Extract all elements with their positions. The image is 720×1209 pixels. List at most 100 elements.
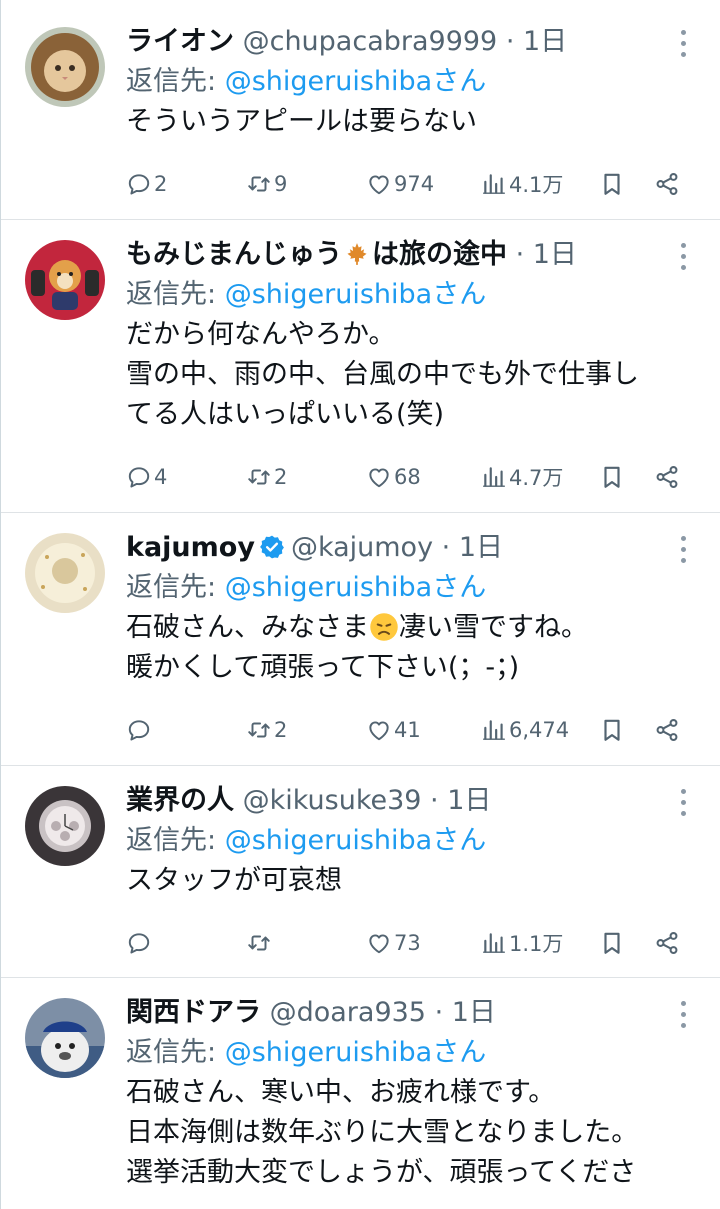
- views-button[interactable]: 4.7万: [481, 457, 563, 497]
- bookmark-button[interactable]: [599, 923, 627, 963]
- views-icon: [481, 717, 507, 743]
- views-button[interactable]: 4.1万: [481, 164, 563, 204]
- sparkle-avatar-image: [25, 533, 105, 613]
- reply-button[interactable]: 4: [126, 457, 167, 497]
- bookmark-button[interactable]: [599, 710, 627, 750]
- avatar[interactable]: [25, 533, 105, 613]
- like-button[interactable]: 41: [366, 710, 421, 750]
- tweet-1[interactable]: ライオン @chupacabra9999 · 1日 返信先: @shigerui…: [1, 0, 720, 220]
- share-button[interactable]: [654, 710, 682, 750]
- more-icon[interactable]: [671, 24, 695, 64]
- reply-to-link[interactable]: @shigeruishibaさん: [225, 279, 487, 310]
- views-icon: [481, 464, 507, 490]
- text-line: 選挙活動大変でしょうが、頑張ってくださ: [126, 1157, 637, 1188]
- share-icon: [654, 930, 680, 956]
- tweet-5[interactable]: 関西ドアラ @doara935 · 1日 返信先: @shigeruishiba…: [1, 978, 720, 1209]
- text-line: 石破さん、みなさま 凄い雪ですね。: [126, 608, 701, 648]
- retweet-button[interactable]: [246, 923, 274, 963]
- more-icon[interactable]: [671, 530, 695, 570]
- shiba-avatar-image: [25, 240, 105, 320]
- user-handle[interactable]: @kikusuke39: [243, 785, 422, 816]
- more-icon[interactable]: [671, 237, 695, 277]
- retweet-icon: [246, 171, 272, 197]
- share-button[interactable]: [654, 164, 682, 204]
- text-line: 雪の中、雨の中、台風の中でも外で仕事し: [126, 359, 639, 390]
- reply-prefix: 返信先:: [126, 1037, 217, 1068]
- reply-button[interactable]: [126, 923, 154, 963]
- reply-icon: [126, 717, 152, 743]
- avatar[interactable]: [25, 998, 105, 1078]
- reply-button[interactable]: [126, 710, 154, 750]
- reply-to-link[interactable]: @shigeruishibaさん: [225, 1037, 487, 1068]
- bookmark-icon: [599, 930, 625, 956]
- reply-prefix: 返信先:: [126, 66, 217, 97]
- timestamp[interactable]: 1日: [533, 239, 577, 270]
- views-button[interactable]: 6,474: [481, 710, 569, 750]
- reply-to-link[interactable]: @shigeruishibaさん: [225, 825, 487, 856]
- reply-to-link[interactable]: @shigeruishibaさん: [225, 572, 487, 603]
- tweet-text: 石破さん、みなさま 凄い雪ですね。暖かくして頑張って下さい(；-；): [126, 608, 701, 688]
- bookmark-button[interactable]: [599, 164, 627, 204]
- reply-icon: [126, 171, 152, 197]
- more-icon[interactable]: [671, 995, 695, 1035]
- text-segment: 石破さん、みなさま: [126, 612, 369, 643]
- display-name[interactable]: 関西ドアラ: [126, 997, 261, 1028]
- separator-dot: ·: [421, 785, 448, 816]
- retweet-button[interactable]: 2: [246, 710, 287, 750]
- tweet-text: スタッフが可哀想: [126, 861, 701, 901]
- like-count: 68: [394, 465, 421, 489]
- verified-badge-icon: [260, 535, 284, 559]
- display-name[interactable]: ライオン: [126, 26, 234, 57]
- retweet-button[interactable]: 2: [246, 457, 287, 497]
- like-count: 73: [394, 931, 421, 955]
- display-name-suffix[interactable]: は旅の途中: [372, 239, 507, 270]
- separator-dot: ·: [433, 532, 459, 563]
- more-icon[interactable]: [671, 783, 695, 823]
- timestamp[interactable]: 1日: [452, 997, 496, 1028]
- like-button[interactable]: 974: [366, 164, 434, 204]
- user-handle[interactable]: @kajumoy: [291, 532, 433, 563]
- like-icon: [366, 717, 392, 743]
- like-icon: [366, 930, 392, 956]
- user-handle[interactable]: @chupacabra9999: [243, 26, 498, 57]
- text-line: てる人はいっぱいいる(笑): [126, 399, 445, 430]
- text-line: 石破さん、寒い中、お疲れ様です。: [126, 1077, 556, 1108]
- text-line: 暖かくして頑張って下さい(；-；): [126, 652, 520, 683]
- timestamp[interactable]: 1日: [447, 785, 491, 816]
- tweet-4[interactable]: 業界の人 @kikusuke39 · 1日 返信先: @shigeruishib…: [1, 766, 720, 978]
- view-count: 4.1万: [509, 173, 564, 197]
- doara-mascot-avatar-image: [25, 998, 105, 1078]
- views-button[interactable]: 1.1万: [481, 923, 563, 963]
- like-button[interactable]: 73: [366, 923, 421, 963]
- retweet-button[interactable]: 9: [246, 164, 287, 204]
- display-name[interactable]: kajumoy: [126, 532, 255, 563]
- retweet-count: 2: [274, 718, 288, 742]
- like-icon: [366, 171, 392, 197]
- display-name[interactable]: 業界の人: [126, 785, 234, 816]
- avatar[interactable]: [25, 786, 105, 866]
- text-segment: 凄い雪ですね。: [399, 612, 588, 643]
- reply-to-link[interactable]: @shigeruishibaさん: [225, 66, 487, 97]
- view-count: 4.7万: [509, 466, 564, 490]
- like-button[interactable]: 68: [366, 457, 421, 497]
- tweet-text: 石破さん、寒い中、お疲れ様です。 日本海側は数年ぶりに大雪となりました。 選挙活動大…: [126, 1073, 701, 1193]
- user-handle[interactable]: @doara935: [270, 997, 426, 1028]
- reply-button[interactable]: 2: [126, 164, 167, 204]
- retweet-count: 2: [274, 465, 288, 489]
- share-button[interactable]: [654, 923, 682, 963]
- share-button[interactable]: [654, 457, 682, 497]
- reply-prefix: 返信先:: [126, 279, 217, 310]
- timestamp[interactable]: 1日: [523, 26, 567, 57]
- tweet-3[interactable]: kajumoy @kajumoy · 1日 返信先: @shigeruishiba…: [1, 513, 720, 766]
- reply-icon: [126, 930, 152, 956]
- timestamp[interactable]: 1日: [459, 532, 503, 563]
- separator-dot: ·: [425, 997, 452, 1028]
- tweet-2[interactable]: もみじまんじゅう は旅の途中 · 1日 返信先: @shigeruishibaさん…: [1, 220, 720, 513]
- bookmark-button[interactable]: [599, 457, 627, 497]
- avatar[interactable]: [25, 240, 105, 320]
- views-icon: [481, 930, 507, 956]
- avatar[interactable]: [25, 27, 105, 107]
- share-icon: [654, 717, 680, 743]
- display-name[interactable]: もみじまんじゅう: [126, 239, 342, 270]
- bookmark-icon: [599, 171, 625, 197]
